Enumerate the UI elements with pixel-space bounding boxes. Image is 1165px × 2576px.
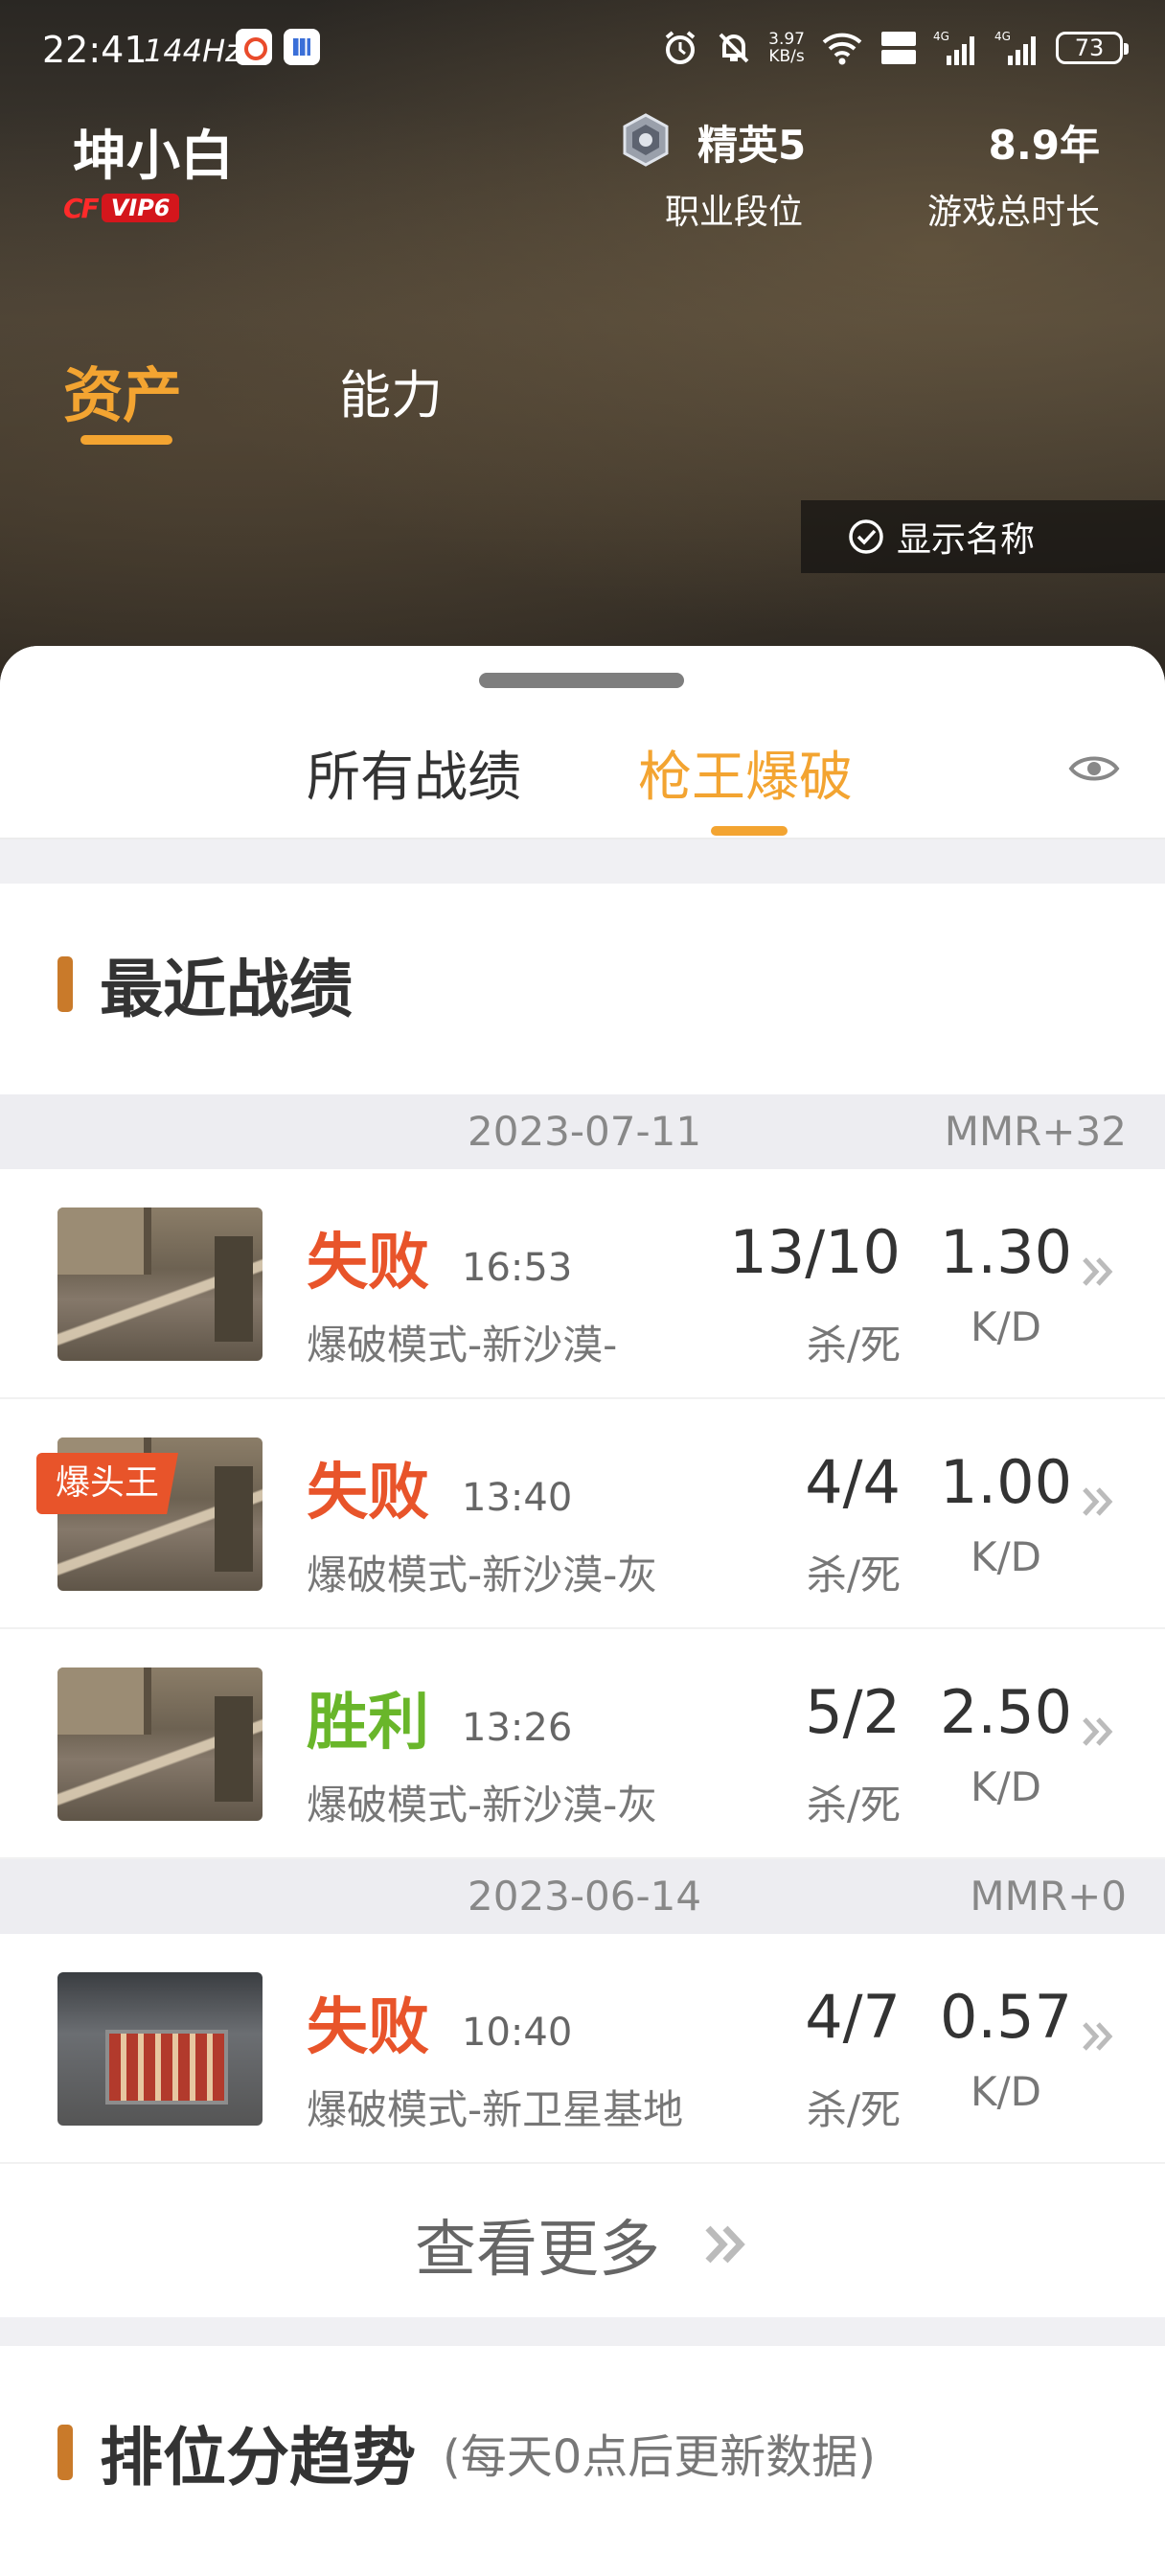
rank-trend-note: (每天0点后更新数据) [443,2430,876,2484]
vip-badge: CF VIP6 [63,190,180,226]
play-time-label: 游戏总时长 [926,193,1100,232]
kills-deaths: 4/4 [805,1447,901,1517]
mute-bell-icon [719,33,749,63]
status-bar: 22:41 144Hz 3.97 KB/s 4G 4G 73 [0,0,1165,96]
signal-4g-icon: 4G [933,30,974,65]
match-result: 失败 [307,1228,429,1299]
match-time: 10:40 [462,2011,573,2055]
section-bar [57,956,73,1012]
match-mode: 爆破模式-新沙漠-灰 [307,1782,658,1828]
match-row[interactable]: 胜利 13:26 爆破模式-新沙漠-灰 5/2 杀/死 2.50 K/D [0,1629,1165,1859]
show-name-label: 显示名称 [897,520,1036,560]
mmr-change: MMR+0 [970,1873,1127,1920]
match-row[interactable]: 失败 16:53 爆破模式-新沙漠- 13/10 杀/死 1.30 K/D [0,1169,1165,1399]
svg-text:4G: 4G [933,30,949,43]
hd-icon [881,32,916,64]
drag-handle[interactable] [479,673,684,688]
match-mode: 爆破模式-新沙漠- [307,1322,618,1368]
alarm-icon [665,31,696,64]
kills-deaths-label: 杀/死 [806,1552,901,1598]
double-chevron-right-icon [1083,1487,1113,1516]
check-circle-icon [849,519,883,554]
recent-records-card: 最近战绩 2023-07-11 MMR+32 失败 16:53 爆破模式-新沙漠… [0,884,1165,2317]
play-time-value: 8.9年 [988,122,1100,169]
match-date: 2023-06-14 [468,1873,702,1920]
view-more-button[interactable]: 查看更多 [0,2164,1165,2325]
double-chevron-right-icon [1083,1717,1113,1746]
username: 坤小白 [73,126,234,188]
mmr-change: MMR+32 [944,1108,1127,1155]
eye-icon[interactable] [1067,742,1121,795]
tab-active-indicator [711,826,788,836]
kd-ratio: 1.30 [939,1217,1073,1287]
status-time: 22:41 [42,29,148,71]
match-result: 失败 [307,1992,429,2063]
match-row[interactable]: 失败 10:40 爆破模式-新卫星基地 4/7 杀/死 0.57 K/D [0,1934,1165,2164]
tab-assets[interactable]: 资产 [63,347,182,433]
notification-app-icon [236,29,272,65]
kd-ratio-label: K/D [970,1763,1042,1810]
tab-sniper-demolition[interactable]: 枪王爆破 [638,734,853,812]
date-row: 2023-07-11 MMR+32 [0,1094,1165,1169]
profile-header: 22:41 144Hz 3.97 KB/s 4G 4G 73 坤小白 CF VI… [0,0,1165,709]
kd-ratio: 2.50 [939,1677,1073,1747]
kd-ratio: 0.57 [939,1982,1073,2052]
rank-trend-card: 排位分趋势 (每天0点后更新数据) [0,2346,1165,2576]
battery-icon: 73 [1056,32,1129,64]
net-speed: 3.97 KB/s [768,30,805,66]
tab-all-records[interactable]: 所有战绩 [307,734,521,812]
rank-trend-title: 排位分趋势 [100,2421,416,2495]
match-result: 胜利 [307,1688,429,1759]
svg-text:4G: 4G [994,30,1011,43]
map-thumbnail [57,1208,263,1361]
recent-records-title: 最近战绩 [100,953,353,1026]
kd-ratio-label: K/D [970,1533,1042,1580]
kills-deaths: 13/10 [729,1217,901,1287]
double-chevron-right-icon [1083,2022,1113,2051]
signal-4g-icon-2: 4G [994,30,1036,65]
vip-level: VIP6 [101,194,180,222]
headshot-king-badge: 爆头王 [36,1453,179,1514]
divider [0,838,1165,840]
view-more-label: 查看更多 [415,2215,660,2286]
section-bar [57,2425,73,2480]
tab-assets-indicator [80,435,172,445]
cf-logo-icon: CF [63,192,100,224]
kills-deaths-label: 杀/死 [806,1782,901,1828]
records-tabbar: 所有战绩 枪王爆破 [0,646,1165,838]
kd-ratio-label: K/D [970,2068,1042,2115]
kills-deaths: 4/7 [805,1982,901,2052]
match-mode: 爆破模式-新沙漠-灰 [307,1552,658,1598]
match-time: 13:26 [462,1706,573,1750]
double-chevron-right-icon [705,2225,745,2264]
match-result: 失败 [307,1458,429,1529]
map-thumbnail [57,1668,263,1821]
refresh-rate: 144Hz [144,33,241,69]
date-row: 2023-06-14 MMR+0 [0,1859,1165,1934]
kd-ratio: 1.00 [939,1447,1073,1517]
kills-deaths-label: 杀/死 [806,1322,901,1368]
status-icons: 3.97 KB/s 4G 4G 73 [661,25,1129,71]
wifi-icon [822,33,862,65]
map-thumbnail [57,1972,263,2126]
double-chevron-right-icon [1083,1257,1113,1286]
notification-chart-icon [284,29,320,65]
kills-deaths: 5/2 [805,1677,901,1747]
match-time: 13:40 [462,1476,573,1520]
kd-ratio-label: K/D [970,1303,1042,1350]
rank-badge-icon [623,113,669,167]
rank-label: 职业段位 [665,193,804,232]
records-sheet: 所有战绩 枪王爆破 最近战绩 2023-07-11 MMR+32 失败 16:5… [0,646,1165,2576]
section-title: 最近战绩 [57,943,353,1026]
match-row[interactable]: 爆头王 失败 13:40 爆破模式-新沙漠-灰 4/4 杀/死 1.00 K/D [0,1399,1165,1629]
kills-deaths-label: 杀/死 [806,2086,901,2133]
section-title: 排位分趋势 (每天0点后更新数据) [57,2411,876,2495]
tab-ability[interactable]: 能力 [339,353,443,428]
match-time: 16:53 [462,1246,573,1290]
match-mode: 爆破模式-新卫星基地 [307,2086,684,2133]
rank-value: 精英5 [697,122,807,169]
match-date: 2023-07-11 [468,1108,702,1155]
show-name-toggle[interactable]: 显示名称 [801,500,1165,573]
